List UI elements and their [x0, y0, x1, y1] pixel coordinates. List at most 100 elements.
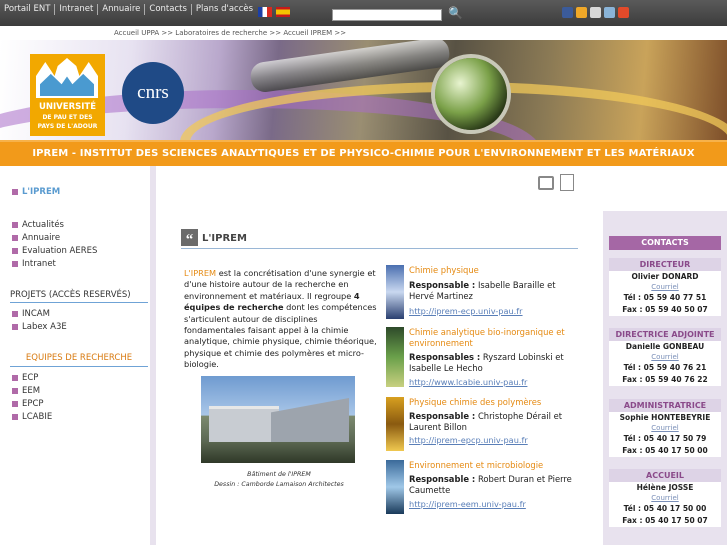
image-caption: Bâtiment de l'IPREM Dessin : Camborde La…: [184, 470, 374, 490]
bullet-icon: [12, 400, 18, 407]
contact-name: Danielle GONBEAU: [625, 342, 705, 351]
projects-heading: PROJETS (ACCÈS RESERVÉS): [10, 290, 148, 303]
contact-email-link[interactable]: Courriel: [609, 493, 721, 503]
building-wing: [209, 406, 279, 446]
top-bar: Portail ENT Intranet Annuaire Contacts P…: [0, 0, 727, 26]
contact-role: ACCUEIL: [609, 469, 721, 482]
team-card-lcabie: Chimie analytique bio-inorganique et env…: [386, 327, 578, 387]
contact-tel: Tél : 05 40 17 50 79: [623, 434, 707, 443]
intro-text: L'IPREM est la concrétisation d'une syne…: [184, 268, 378, 371]
team-thumbnail: [386, 460, 404, 514]
contact-fax: Fax : 05 59 40 50 07: [622, 305, 708, 314]
contact-name: Olivier DONARD: [631, 272, 699, 281]
add-icon[interactable]: [618, 7, 629, 18]
team-url[interactable]: http://www.lcabie.univ-pau.fr: [409, 377, 527, 387]
contact-fax: Fax : 05 40 17 50 00: [622, 446, 708, 455]
sidebar-item-label: INCAM: [22, 309, 50, 319]
team-name[interactable]: Physique chimie des polymères: [409, 397, 579, 408]
bullet-icon: [12, 260, 18, 267]
team-label: Responsable :: [409, 280, 476, 290]
delicious-icon[interactable]: [604, 7, 615, 18]
bookmark-icon[interactable]: [576, 7, 587, 18]
contact-email-link[interactable]: Courriel: [609, 423, 721, 433]
sidebar-item-label: L'IPREM: [22, 187, 61, 197]
team-url[interactable]: http://iprem-eem.univ-pau.fr: [409, 499, 526, 509]
team-name[interactable]: Environnement et microbiologie: [409, 460, 579, 471]
bullet-icon: [12, 413, 18, 420]
team-responsables: Responsable : Christophe Dérail et Laure…: [409, 411, 579, 434]
contacts-heading: CONTACTS: [609, 236, 721, 250]
page: Portail ENT Intranet Annuaire Contacts P…: [0, 0, 727, 545]
topnav-plans[interactable]: Plans d'accès: [192, 4, 257, 15]
caption-line1: Bâtiment de l'IPREM: [247, 471, 311, 478]
cnrs-logo[interactable]: cnrs: [122, 62, 184, 124]
search-icon[interactable]: 🔍: [448, 6, 463, 20]
contact-administratrice: ADMINISTRATRICE Sophie HONTEBEYRIE Courr…: [609, 399, 721, 457]
contact-role: ADMINISTRATRICE: [609, 399, 721, 412]
team-responsables: Responsable : Robert Duran et Pierre Cau…: [409, 474, 579, 497]
topnav-ent[interactable]: Portail ENT: [4, 4, 56, 15]
upau-logo[interactable]: UNIVERSITÉ DE PAU ET DES PAYS DE L'ADOUR: [30, 54, 105, 136]
team-name[interactable]: Chimie analytique bio-inorganique et env…: [409, 327, 579, 349]
sidebar-item-labex[interactable]: Labex A3E: [12, 322, 67, 332]
contact-email-link[interactable]: Courriel: [609, 352, 721, 362]
sidebar-item-lcabie[interactable]: LCABIE: [12, 412, 52, 422]
contact-fax: Fax : 05 59 40 76 22: [622, 375, 708, 384]
banner-lens-image: [435, 58, 507, 130]
topnav-contacts[interactable]: Contacts: [145, 4, 192, 15]
sidebar: L'IPREM Actualités Annuaire Evaluation A…: [0, 166, 156, 545]
team-card-ecp: Chimie physique Responsable : Isabelle B…: [386, 265, 578, 320]
sidebar-item-ecp[interactable]: ECP: [12, 373, 38, 383]
sidebar-item-actualites[interactable]: Actualités: [12, 220, 64, 230]
team-url[interactable]: http://iprem-epcp.univ-pau.fr: [409, 435, 528, 445]
bullet-icon: [12, 221, 18, 228]
intro-part-b: dont les compétences s'articulent autour…: [184, 302, 377, 370]
contact-email-link[interactable]: Courriel: [609, 282, 721, 292]
sidebar-item-label: Actualités: [22, 220, 64, 230]
team-card-epcp: Physique chimie des polymères Responsabl…: [386, 397, 578, 452]
sidebar-item-incam[interactable]: INCAM: [12, 309, 50, 319]
flag-es-icon[interactable]: [276, 7, 290, 17]
sidebar-item-intranet[interactable]: Intranet: [12, 259, 56, 269]
sidebar-item-label: Labex A3E: [22, 322, 67, 332]
search-input[interactable]: [332, 9, 442, 21]
pdf-icon[interactable]: [560, 174, 574, 191]
sidebar-item-label: EEM: [22, 386, 41, 396]
sidebar-item-iprem[interactable]: L'IPREM: [12, 187, 60, 197]
contact-directeur: DIRECTEUR Olivier DONARD Courriel Tél : …: [609, 258, 721, 316]
flag-fr-icon[interactable]: [258, 7, 272, 17]
team-label: Responsable :: [409, 411, 476, 421]
team-responsables: Responsables : Ryszard Lobinski et Isabe…: [409, 352, 579, 375]
site-title-bar: IPREM - INSTITUT DES SCIENCES ANALYTIQUE…: [0, 140, 727, 166]
sidebar-item-epcp[interactable]: EPCP: [12, 399, 44, 409]
sidebar-item-aeres[interactable]: Evaluation AERES: [12, 246, 97, 256]
team-thumbnail: [386, 265, 404, 319]
header-banner: UNIVERSITÉ DE PAU ET DES PAYS DE L'ADOUR…: [0, 40, 727, 140]
team-thumbnail: [386, 397, 404, 451]
bullet-icon: [12, 234, 18, 241]
bullet-icon: [12, 323, 18, 330]
contact-name: Hélène JOSSE: [636, 483, 694, 492]
print-icon[interactable]: [538, 176, 554, 190]
sidebar-item-label: Annuaire: [22, 233, 61, 243]
teams-heading: EQUIPES DE RECHERCHE: [10, 353, 148, 367]
building-tower: [271, 398, 349, 446]
contact-fax: Fax : 05 40 17 50 07: [622, 516, 708, 525]
contact-accueil: ACCUEIL Hélène JOSSE Courriel Tél : 05 4…: [609, 469, 721, 527]
breadcrumb-text[interactable]: Accueil UPPA >> Laboratoires de recherch…: [114, 29, 346, 37]
sidebar-item-annuaire[interactable]: Annuaire: [12, 233, 60, 243]
upau-logo-line1: UNIVERSITÉ: [39, 102, 96, 112]
team-name[interactable]: Chimie physique: [409, 265, 579, 276]
topnav-annuaire[interactable]: Annuaire: [98, 4, 146, 15]
share-icon[interactable]: [590, 7, 601, 18]
team-url[interactable]: http://iprem-ecp.univ-pau.fr: [409, 306, 523, 316]
contact-directrice-adjointe: DIRECTRICE ADJOINTE Danielle GONBEAU Cou…: [609, 328, 721, 386]
topnav-intranet[interactable]: Intranet: [55, 4, 99, 15]
bullet-icon: [12, 387, 18, 394]
team-responsables: Responsable : Isabelle Baraille et Hervé…: [409, 280, 579, 303]
building-image: [201, 376, 355, 463]
upau-logo-line3: PAYS DE L'ADOUR: [37, 123, 98, 130]
sidebar-item-eem[interactable]: EEM: [12, 386, 40, 396]
facebook-icon[interactable]: [562, 7, 573, 18]
contact-role: DIRECTRICE ADJOINTE: [609, 328, 721, 341]
